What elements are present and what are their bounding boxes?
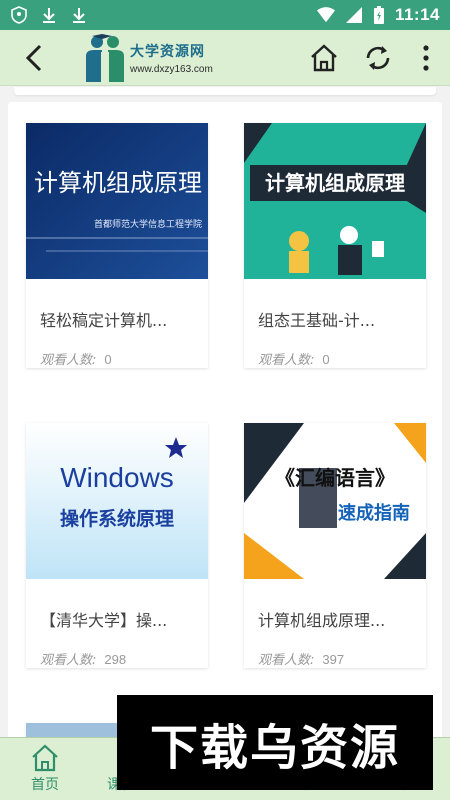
thumbnail-title: 计算机组成原理 (265, 171, 405, 195)
logo-figure-icon (86, 33, 124, 82)
thumbnail-subtitle: 速成指南 (338, 502, 410, 524)
view-count: 观看人数: 0 (40, 349, 208, 368)
back-button[interactable] (10, 34, 58, 82)
view-count-label: 观看人数: (258, 353, 315, 368)
previous-card-edge (14, 87, 436, 95)
view-count: 观看人数: 0 (258, 349, 426, 368)
site-logo: 大学资源网 www.dxzy163.com (82, 33, 213, 82)
wifi-icon (316, 7, 335, 23)
download-icon (43, 8, 55, 23)
course-title: 【清华大学】操... (40, 611, 168, 630)
view-count-value: 298 (104, 652, 127, 667)
thumbnail-subtitle: 操作系统原理 (60, 507, 174, 530)
nav-home[interactable]: 首页 (0, 738, 90, 800)
course-thumbnail: 计算机组成原理 (244, 123, 426, 279)
thumbnail-subtitle: 首都师范大学信息工程学院 (94, 218, 202, 230)
thumbnail-title: Windows (60, 462, 174, 493)
back-arrow-icon (25, 44, 42, 71)
refresh-icon (366, 45, 390, 70)
view-count-label: 观看人数: (258, 653, 315, 668)
course-thumbnail: Windows 操作系统原理 (26, 423, 208, 579)
course-title: 轻松稿定计算机... (40, 311, 168, 330)
view-count-label: 观看人数: (40, 353, 97, 368)
view-count-value: 0 (104, 352, 112, 367)
watermark: 下载乌资源 (117, 695, 433, 790)
status-bar: 11:14 (0, 0, 450, 30)
course-title: 计算机组成原理... (258, 611, 386, 630)
shield-icon (11, 6, 27, 24)
watermark-text: 下载乌资源 (149, 719, 400, 776)
course-card[interactable]: 计算机组成原理 组态王基础-计... 观看人数: 0 (244, 123, 426, 368)
view-count: 观看人数: 397 (258, 649, 426, 668)
home-icon (32, 744, 58, 772)
view-count-value: 397 (322, 652, 345, 667)
logo-url: www.dxzy163.com (130, 63, 213, 75)
home-icon (311, 43, 337, 71)
more-vertical-icon (423, 44, 429, 71)
app-header: 大学资源网 www.dxzy163.com (0, 30, 450, 86)
status-time: 11:14 (394, 5, 440, 24)
thumbnail-title: 计算机组成原理 (34, 169, 202, 197)
signal-icon (345, 7, 362, 23)
nav-label: 首页 (31, 777, 59, 793)
view-count-label: 观看人数: (40, 653, 97, 668)
view-count: 观看人数: 298 (40, 649, 208, 668)
home-button[interactable] (300, 34, 348, 82)
course-list: 计算机组成原理 首都师范大学信息工程学院 轻松稿定计算机... 观看人数: 0 计… (0, 87, 450, 737)
course-thumbnail: 《汇编语言》 速成指南 (244, 423, 426, 579)
more-menu-button[interactable] (408, 34, 444, 82)
logo-title: 大学资源网 (130, 43, 205, 60)
course-grid-panel: 计算机组成原理 首都师范大学信息工程学院 轻松稿定计算机... 观看人数: 0 计… (8, 102, 442, 737)
battery-icon (373, 6, 384, 24)
course-title: 组态王基础-计... (258, 311, 376, 330)
course-card[interactable]: Windows 操作系统原理 【清华大学】操... 观看人数: 298 (26, 423, 208, 668)
thumbnail-title: 《汇编语言》 (275, 466, 395, 490)
course-card[interactable]: 《汇编语言》 速成指南 计算机组成原理... 观看人数: 397 (244, 423, 426, 668)
course-card[interactable]: 计算机组成原理 首都师范大学信息工程学院 轻松稿定计算机... 观看人数: 0 (26, 123, 208, 368)
view-count-value: 0 (322, 352, 330, 367)
refresh-button[interactable] (354, 34, 402, 82)
download-icon (73, 8, 85, 23)
course-thumbnail: 计算机组成原理 首都师范大学信息工程学院 (26, 123, 208, 279)
